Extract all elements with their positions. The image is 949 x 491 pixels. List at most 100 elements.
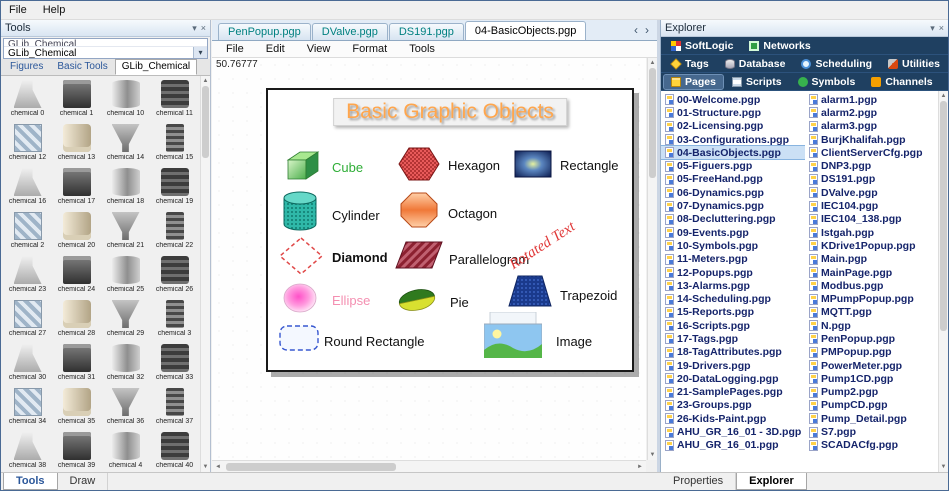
- explorer-file-item[interactable]: S7.pgp: [805, 425, 939, 438]
- explorer-file-item[interactable]: 09-Events.pgp: [661, 226, 805, 239]
- explorer-scrollbar[interactable]: ▲ ▼: [938, 91, 948, 472]
- doc-tab-penpopup-pgp[interactable]: PenPopup.pgp: [218, 23, 311, 40]
- explorer-file-item[interactable]: alarm1.pgp: [805, 93, 939, 106]
- canvas-vertical-scrollbar[interactable]: ▲ ▼: [647, 58, 657, 460]
- octagon-shape[interactable]: [400, 192, 438, 233]
- trapezoid-shape[interactable]: [508, 274, 552, 313]
- tools-scrollbar-thumb[interactable]: [202, 86, 209, 158]
- rotated-text[interactable]: Rotated Text: [507, 183, 634, 274]
- explorer-file-item[interactable]: 21-SamplePages.pgp: [661, 386, 805, 399]
- explorer-tab-softlogic[interactable]: SoftLogic: [664, 39, 740, 53]
- explorer-file-item[interactable]: 17-Tags.pgp: [661, 332, 805, 345]
- chemical-item[interactable]: chemical 35: [52, 386, 101, 430]
- chemical-item[interactable]: chemical 2: [3, 210, 52, 254]
- library-combobox-list-item[interactable]: GLib_Chemical: [4, 39, 207, 47]
- doc-menu-edit[interactable]: Edit: [266, 43, 285, 55]
- explorer-file-item[interactable]: 03-Configurations.pgp: [661, 133, 805, 146]
- scroll-down-icon[interactable]: ▼: [648, 450, 657, 460]
- explorer-file-item[interactable]: Istgah.pgp: [805, 226, 939, 239]
- cylinder-shape[interactable]: [282, 190, 318, 237]
- explorer-file-item[interactable]: KDrive1Popup.pgp: [805, 239, 939, 252]
- bottom-tab-draw[interactable]: Draw: [58, 473, 109, 490]
- chemical-item[interactable]: chemical 3: [150, 298, 199, 342]
- scroll-down-icon[interactable]: ▼: [939, 462, 948, 472]
- chemical-item[interactable]: chemical 37: [150, 386, 199, 430]
- explorer-scrollbar-thumb[interactable]: [940, 101, 947, 331]
- explorer-file-item[interactable]: 14-Scheduling.pgp: [661, 292, 805, 305]
- chemical-item[interactable]: chemical 26: [150, 254, 199, 298]
- explorer-tab-pages[interactable]: Pages: [663, 73, 724, 90]
- tools-scrollbar[interactable]: ▲ ▼: [200, 76, 210, 472]
- explorer-file-item[interactable]: 02-Licensing.pgp: [661, 120, 805, 133]
- panel-menu-chevron-down-icon[interactable]: ▾: [192, 23, 197, 33]
- chemical-item[interactable]: chemical 13: [52, 122, 101, 166]
- explorer-tab-scheduling[interactable]: Scheduling: [794, 57, 879, 71]
- menubar-item-file[interactable]: File: [1, 4, 35, 16]
- explorer-tab-database[interactable]: Database: [718, 57, 793, 71]
- explorer-file-item[interactable]: 12-Popups.pgp: [661, 266, 805, 279]
- chemical-item[interactable]: chemical 29: [101, 298, 150, 342]
- chemical-item[interactable]: chemical 34: [3, 386, 52, 430]
- tools-tab-glib-chemical[interactable]: GLib_Chemical: [114, 59, 198, 75]
- chemical-item[interactable]: chemical 40: [150, 430, 199, 472]
- explorer-file-item[interactable]: Pump2.pgp: [805, 386, 939, 399]
- explorer-file-item[interactable]: alarm2.pgp: [805, 106, 939, 119]
- explorer-file-item[interactable]: AHU_GR_16_01.pgp: [661, 439, 805, 452]
- chemical-item[interactable]: chemical 16: [3, 166, 52, 210]
- canvas-vscroll-thumb[interactable]: [649, 68, 656, 178]
- scroll-up-icon[interactable]: ▲: [648, 58, 657, 68]
- ellipse-shape[interactable]: [282, 282, 318, 319]
- explorer-file-item[interactable]: 20-DataLogging.pgp: [661, 372, 805, 385]
- scroll-left-icon[interactable]: ◄: [212, 461, 224, 473]
- explorer-file-item[interactable]: MPumpPopup.pgp: [805, 292, 939, 305]
- chemical-item[interactable]: chemical 28: [52, 298, 101, 342]
- canvas-area[interactable]: 50.76777 Basic Graphic Objects Cube Hexa…: [212, 58, 646, 460]
- doc-menu-file[interactable]: File: [226, 43, 244, 55]
- chemical-item[interactable]: chemical 15: [150, 122, 199, 166]
- chemical-item[interactable]: chemical 18: [101, 166, 150, 210]
- pie-shape[interactable]: [396, 286, 438, 319]
- explorer-file-item[interactable]: PMPopup.pgp: [805, 346, 939, 359]
- scroll-up-icon[interactable]: ▲: [939, 91, 948, 101]
- explorer-tab-scripts[interactable]: Scripts: [725, 75, 789, 89]
- explorer-file-item[interactable]: 18-TagAttributes.pgp: [661, 346, 805, 359]
- canvas-frame[interactable]: Basic Graphic Objects Cube Hexagon Recta…: [266, 88, 634, 372]
- chemical-item[interactable]: chemical 14: [101, 122, 150, 166]
- panel-close-icon[interactable]: ×: [201, 23, 206, 33]
- chemical-item[interactable]: chemical 31: [52, 342, 101, 386]
- chemical-item[interactable]: chemical 33: [150, 342, 199, 386]
- explorer-file-item[interactable]: DNP3.pgp: [805, 159, 939, 172]
- scroll-right-icon[interactable]: ►: [634, 461, 646, 473]
- chemical-item[interactable]: chemical 12: [3, 122, 52, 166]
- explorer-file-item[interactable]: 19-Drivers.pgp: [661, 359, 805, 372]
- chemical-item[interactable]: chemical 36: [101, 386, 150, 430]
- chemical-item[interactable]: chemical 20: [52, 210, 101, 254]
- bottom-tab-explorer[interactable]: Explorer: [736, 473, 807, 490]
- explorer-file-item[interactable]: AHU_GR_16_01 - 3D.pgp: [661, 425, 805, 438]
- chemical-item[interactable]: chemical 10: [101, 78, 150, 122]
- menubar-item-help[interactable]: Help: [35, 4, 74, 16]
- doc-menu-format[interactable]: Format: [352, 43, 387, 55]
- tab-scroll-right-icon[interactable]: ›: [645, 23, 649, 37]
- explorer-file-item[interactable]: 13-Alarms.pgp: [661, 279, 805, 292]
- bottom-tab-properties[interactable]: Properties: [661, 473, 737, 490]
- canvas-hscroll-thumb[interactable]: [226, 462, 396, 471]
- explorer-file-item[interactable]: PumpCD.pgp: [805, 399, 939, 412]
- chemical-item[interactable]: chemical 27: [3, 298, 52, 342]
- chemical-item[interactable]: chemical 38: [3, 430, 52, 472]
- scroll-down-icon[interactable]: ▼: [201, 462, 210, 472]
- panel-close-icon[interactable]: ×: [939, 23, 944, 33]
- explorer-file-item[interactable]: ClientServerCfg.pgp: [805, 146, 939, 159]
- chemical-item[interactable]: chemical 39: [52, 430, 101, 472]
- explorer-file-item[interactable]: MQTT.pgp: [805, 306, 939, 319]
- doc-tab-04-basicobjects-pgp[interactable]: 04-BasicObjects.pgp: [464, 21, 587, 40]
- doc-menu-view[interactable]: View: [307, 43, 331, 55]
- explorer-file-item[interactable]: Pump1CD.pgp: [805, 372, 939, 385]
- explorer-file-item[interactable]: PowerMeter.pgp: [805, 359, 939, 372]
- explorer-file-item[interactable]: MainPage.pgp: [805, 266, 939, 279]
- image-shape[interactable]: [483, 311, 543, 363]
- explorer-tab-tags[interactable]: Tags: [664, 57, 716, 71]
- explorer-file-item[interactable]: DValve.pgp: [805, 186, 939, 199]
- chemical-item[interactable]: chemical 4: [101, 430, 150, 472]
- explorer-file-item[interactable]: IEC104_138.pgp: [805, 213, 939, 226]
